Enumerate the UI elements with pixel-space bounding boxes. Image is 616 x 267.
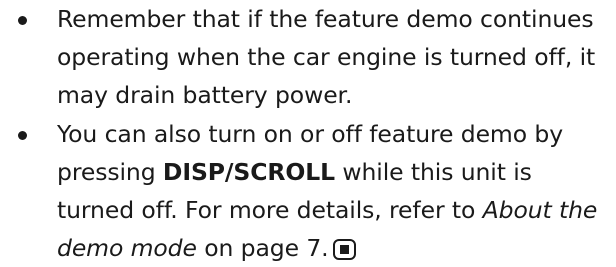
note-demo-toggle: You can also turn on or off feature demo… (0, 115, 616, 267)
disp-scroll-button-label: DISP/SCROLL (162, 158, 335, 186)
end-of-section-icon (332, 239, 356, 260)
bullet-icon (18, 131, 27, 140)
note-battery-drain: Remember that if the feature demo contin… (0, 0, 616, 114)
bullet-icon (18, 16, 27, 25)
notes-list: Remember that if the feature demo contin… (0, 0, 616, 267)
note-suffix: on page 7. (196, 234, 329, 262)
note-text: Remember that if the feature demo contin… (57, 5, 596, 109)
